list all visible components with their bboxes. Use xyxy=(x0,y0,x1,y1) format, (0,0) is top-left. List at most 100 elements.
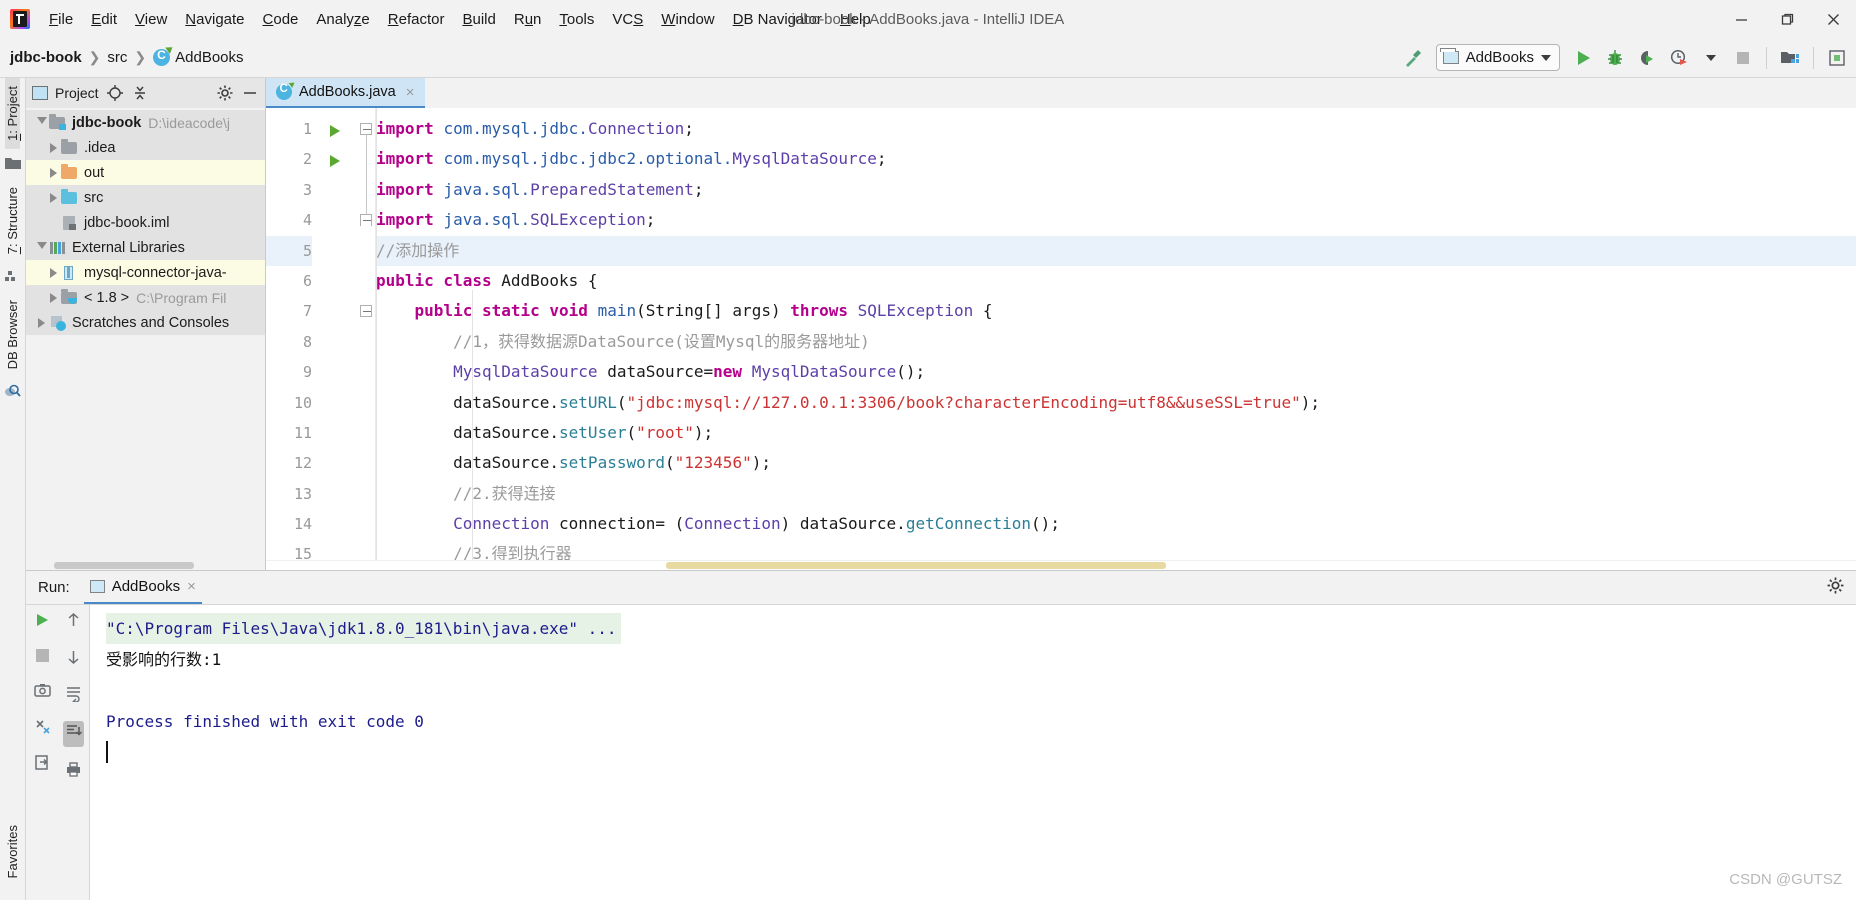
run-config-label: AddBooks xyxy=(1465,49,1534,66)
run-with-coverage-button[interactable] xyxy=(1632,43,1662,73)
breadcrumb-item-class[interactable]: AddBooks xyxy=(175,49,243,66)
rerun-icon[interactable] xyxy=(33,611,51,634)
line-number: 11 xyxy=(293,423,312,442)
watermark: CSDN @GUTSZ xyxy=(1729,871,1842,888)
tree-item-scratches[interactable]: Scratches and Consoles xyxy=(26,310,265,335)
chevron-right-icon[interactable] xyxy=(46,192,61,203)
soft-wrap-icon[interactable] xyxy=(65,685,82,707)
tree-item-external-libraries[interactable]: External Libraries xyxy=(26,235,265,260)
chevron-right-icon[interactable] xyxy=(46,142,61,153)
title-bar: File Edit View Navigate Code Analyze Ref… xyxy=(0,0,1856,38)
stop-button[interactable] xyxy=(1728,43,1758,73)
up-icon[interactable] xyxy=(66,611,81,634)
menu-item-view[interactable]: View xyxy=(126,8,176,31)
tree-item-label: mysql-connector-java- xyxy=(84,264,227,281)
code-editor[interactable]: 1 2 3 4 5 6 7 8 9 10 11 12 13 14 15 impo… xyxy=(266,108,1856,561)
code-line-6: public class AddBooks { xyxy=(376,270,598,290)
tree-item-out[interactable]: out xyxy=(26,160,265,185)
code-line-14: Connection connection= (Connection) data… xyxy=(453,514,1060,534)
fold-region-imports-end-icon[interactable] xyxy=(360,214,372,226)
profile-button[interactable] xyxy=(1664,43,1694,73)
minimize-button[interactable] xyxy=(1718,0,1764,38)
project-structure-icon[interactable] xyxy=(1775,43,1805,73)
scrollbar-thumb[interactable] xyxy=(666,562,1166,570)
sidebar-tab-db-browser[interactable]: DB Browser xyxy=(5,292,20,377)
tree-item-idea[interactable]: .idea xyxy=(26,135,265,160)
menu-item-edit[interactable]: Edit xyxy=(82,8,126,31)
export-icon[interactable] xyxy=(34,754,51,776)
gear-icon[interactable] xyxy=(1827,577,1844,599)
gear-icon[interactable] xyxy=(216,84,234,102)
dump-threads-icon[interactable] xyxy=(33,682,51,704)
tree-item-iml-file[interactable]: jdbc-book.iml xyxy=(26,210,265,235)
editor-tab-addbooks-java[interactable]: AddBooks.java × xyxy=(266,78,425,108)
locate-icon[interactable] xyxy=(106,84,124,102)
menu-item-build[interactable]: Build xyxy=(453,8,504,31)
run-configuration-selector[interactable]: AddBooks xyxy=(1435,44,1560,71)
menu-item-navigate[interactable]: Navigate xyxy=(176,8,253,31)
menu-item-db-navigator[interactable]: DB Navigator xyxy=(724,8,831,31)
restore-layout-icon[interactable] xyxy=(34,718,51,740)
menu-item-file[interactable]: File xyxy=(40,8,82,31)
run-method-marker-icon[interactable] xyxy=(330,155,340,167)
hide-panel-icon[interactable] xyxy=(241,84,259,102)
menu-label: ile xyxy=(58,10,74,28)
tree-item-jdk[interactable]: < 1.8 > C:\Program Fil xyxy=(26,285,265,310)
scroll-to-end-icon[interactable] xyxy=(63,721,84,747)
run-marker-gutter[interactable] xyxy=(322,108,356,561)
menu-item-help[interactable]: Help xyxy=(831,8,880,31)
sidebar-tab-favorites[interactable]: Favorites xyxy=(5,817,20,886)
folder-icon xyxy=(61,188,79,206)
chevron-right-icon[interactable] xyxy=(46,292,61,303)
run-tab-addbooks[interactable]: AddBooks × xyxy=(83,571,202,604)
chevron-right-icon[interactable] xyxy=(46,167,61,178)
code-line-10: dataSource.setURL("jdbc:mysql://127.0.0.… xyxy=(376,392,1321,412)
debug-button[interactable] xyxy=(1600,43,1630,73)
chevron-right-icon[interactable] xyxy=(34,317,49,328)
console-output[interactable]: "C:\Program Files\Java\jdk1.8.0_181\bin\… xyxy=(90,605,1856,900)
sidebar-tab-project[interactable]: 1: Project xyxy=(5,78,20,149)
chevron-right-icon[interactable] xyxy=(46,267,61,278)
close-icon[interactable]: × xyxy=(406,84,415,101)
editor-horizontal-scrollbar[interactable] xyxy=(266,560,1856,570)
tree-item-src[interactable]: src xyxy=(26,185,265,210)
menu-item-analyze[interactable]: Analyze xyxy=(307,8,378,31)
close-button[interactable] xyxy=(1810,0,1856,38)
line-number: 8 xyxy=(302,332,312,351)
menu-item-vcs[interactable]: VCS xyxy=(603,8,652,31)
fold-region-method-icon[interactable] xyxy=(360,305,372,317)
project-tree[interactable]: jdbc-book D:\ideacode\j .idea out src jd… xyxy=(26,108,265,561)
menu-item-window[interactable]: Window xyxy=(652,8,723,31)
sdk-icon[interactable] xyxy=(1822,43,1852,73)
console-line-command: "C:\Program Files\Java\jdk1.8.0_181\bin\… xyxy=(106,613,621,644)
code-folding-gutter[interactable] xyxy=(356,108,376,561)
run-class-marker-icon[interactable] xyxy=(330,125,340,137)
chevron-down-icon[interactable] xyxy=(34,241,49,254)
stop-icon[interactable] xyxy=(35,648,50,668)
tree-item-label: src xyxy=(84,189,104,206)
menu-item-tools[interactable]: Tools xyxy=(550,8,603,31)
profile-dropdown-icon[interactable] xyxy=(1696,43,1726,73)
sidebar-tab-structure[interactable]: 7: Structure xyxy=(5,179,20,262)
fold-region-imports-icon[interactable] xyxy=(360,123,372,135)
maximize-button[interactable] xyxy=(1764,0,1810,38)
chevron-down-icon[interactable] xyxy=(34,116,49,129)
project-horizontal-scrollbar[interactable] xyxy=(26,561,265,570)
build-hammer-icon[interactable] xyxy=(1398,43,1428,73)
tree-item-mysql-connector[interactable]: mysql-connector-java- xyxy=(26,260,265,285)
collapse-all-icon[interactable] xyxy=(131,84,149,102)
run-panel-header: Run: AddBooks × xyxy=(26,571,1856,605)
code-content[interactable]: import com.mysql.jdbc.Connection; import… xyxy=(376,108,1856,561)
menu-item-refactor[interactable]: Refactor xyxy=(379,8,454,31)
run-button[interactable] xyxy=(1568,43,1598,73)
breadcrumb-item-src[interactable]: src xyxy=(107,49,127,66)
breadcrumb-item-project[interactable]: jdbc-book xyxy=(10,49,82,66)
code-line-4: import java.sql.SQLException; xyxy=(376,210,656,230)
tree-item-jdbc-book[interactable]: jdbc-book D:\ideacode\j xyxy=(26,110,265,135)
menu-item-code[interactable]: Code xyxy=(254,8,308,31)
down-icon[interactable] xyxy=(66,648,81,671)
close-icon[interactable]: × xyxy=(187,578,196,595)
print-icon[interactable] xyxy=(65,761,82,783)
scrollbar-thumb[interactable] xyxy=(54,562,194,569)
menu-item-run[interactable]: Run xyxy=(505,8,551,31)
